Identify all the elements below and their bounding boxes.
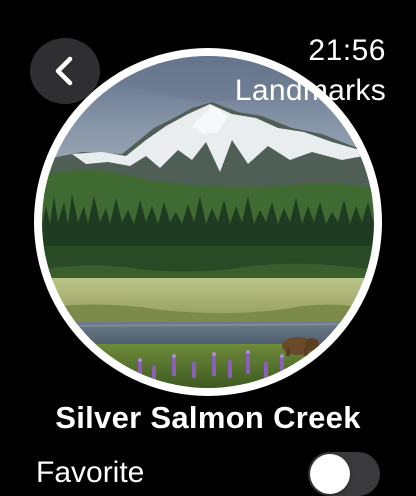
page-title: Landmarks [234, 74, 386, 107]
chevron-left-icon [52, 56, 78, 86]
toggle-knob[interactable] [310, 454, 350, 494]
favorite-toggle[interactable] [308, 452, 380, 496]
status-time: 21:56 [308, 34, 386, 67]
favorite-row: Favorite [36, 450, 380, 496]
back-button[interactable] [30, 38, 100, 104]
landmark-name: Silver Salmon Creek [55, 400, 361, 435]
favorite-label: Favorite [36, 456, 145, 489]
